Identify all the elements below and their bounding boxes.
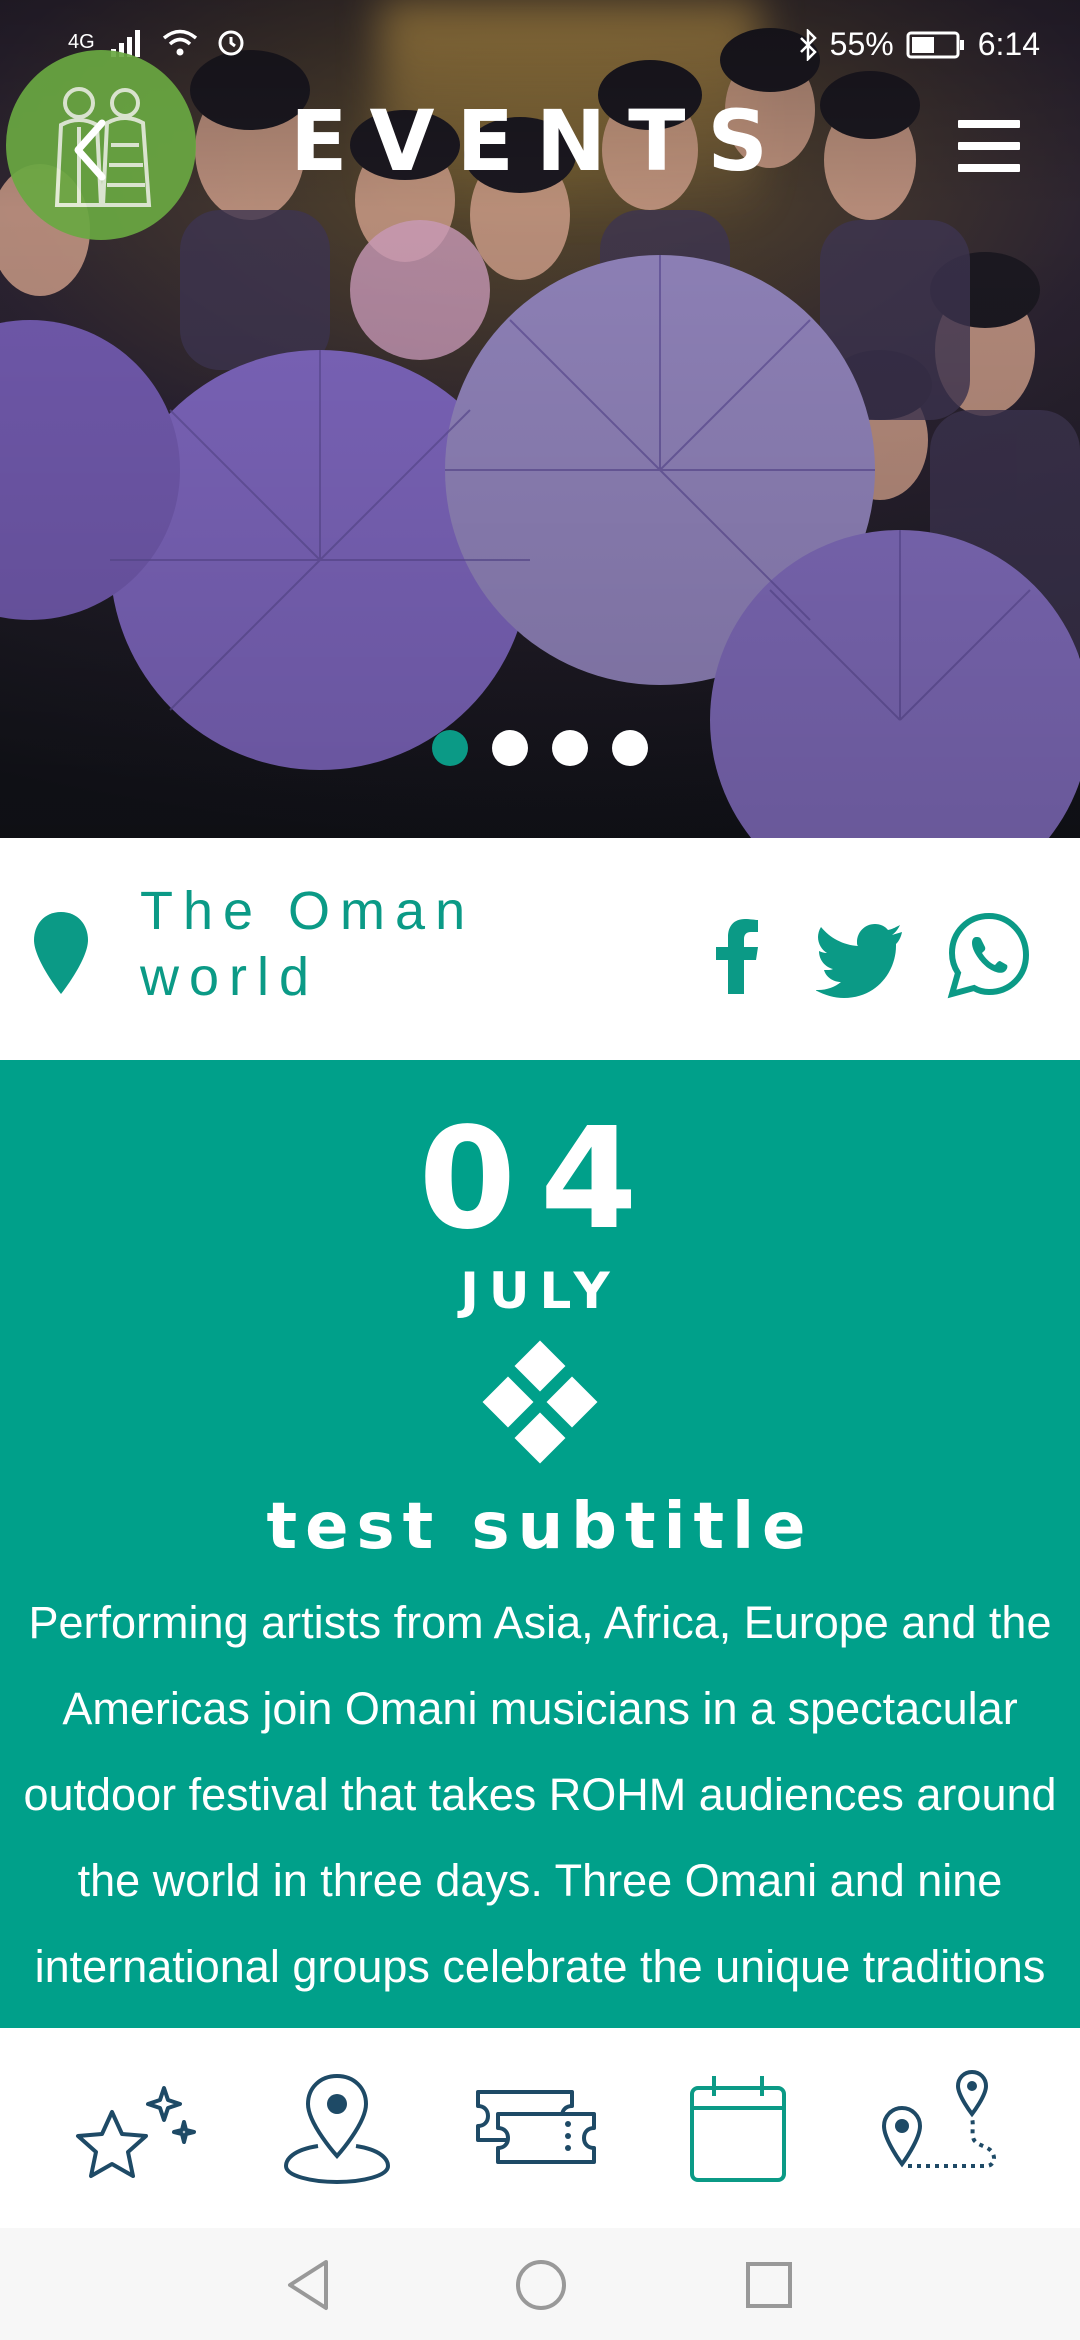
- facebook-icon[interactable]: [692, 910, 782, 1000]
- diamond-ornament-icon: [482, 1340, 598, 1464]
- page-title: EVENTS: [290, 92, 790, 190]
- carousel-indicators: [0, 730, 1080, 766]
- bluetooth-icon: [799, 28, 817, 61]
- location-pin-icon: [34, 912, 88, 994]
- event-hero-carousel[interactable]: 4G 55% 6:14 EVENTS: [0, 0, 1080, 838]
- event-location-line-1: The Oman: [140, 881, 476, 941]
- alarm-icon: [218, 30, 244, 56]
- system-navigation-bar: [0, 2228, 1080, 2340]
- sparkle-star-icon[interactable]: [72, 2068, 202, 2188]
- bottom-navigation: [0, 2028, 1080, 2228]
- carousel-dot-2[interactable]: [492, 730, 528, 766]
- clock: 6:14: [977, 26, 1040, 62]
- event-location-line-2: world: [140, 947, 320, 1007]
- map-pin-icon[interactable]: [272, 2068, 402, 2188]
- description-line: the world in three days. Three Omani and…: [77, 1855, 1003, 1906]
- calendar-icon[interactable]: [672, 2068, 802, 2188]
- description-line: outdoor festival that takes ROHM audienc…: [23, 1769, 1057, 1820]
- whatsapp-icon[interactable]: [944, 910, 1034, 1000]
- event-location: The Oman world: [140, 878, 540, 1010]
- description-line: international groups celebrate the uniqu…: [34, 1941, 1046, 1992]
- system-back-icon[interactable]: [278, 2254, 340, 2316]
- event-description: Performing artists from Asia, Africa, Eu…: [10, 1580, 1070, 2010]
- battery-percent: 55%: [829, 26, 894, 62]
- description-line: Americas join Omani musicians in a spect…: [62, 1683, 1018, 1734]
- carousel-dot-1[interactable]: [432, 730, 468, 766]
- event-info-row: The Oman world: [0, 838, 1080, 1060]
- description-line: Performing artists from Asia, Africa, Eu…: [28, 1597, 1052, 1648]
- event-month: JULY: [460, 1262, 620, 1320]
- tickets-icon[interactable]: [472, 2068, 602, 2188]
- event-details: 04 JULY test subtitle Performing artists…: [0, 1060, 1080, 2028]
- route-icon[interactable]: [874, 2068, 1004, 2188]
- carousel-dot-4[interactable]: [612, 730, 648, 766]
- carousel-dot-3[interactable]: [552, 730, 588, 766]
- system-home-icon[interactable]: [510, 2254, 572, 2316]
- system-recents-icon[interactable]: [738, 2254, 800, 2316]
- event-subtitle: test subtitle: [266, 1490, 814, 1564]
- twitter-icon[interactable]: [816, 910, 906, 1000]
- battery-icon: [906, 31, 964, 58]
- wifi-icon: [162, 29, 197, 56]
- event-day: 04: [418, 1098, 662, 1261]
- hamburger-menu-icon[interactable]: [958, 120, 1020, 178]
